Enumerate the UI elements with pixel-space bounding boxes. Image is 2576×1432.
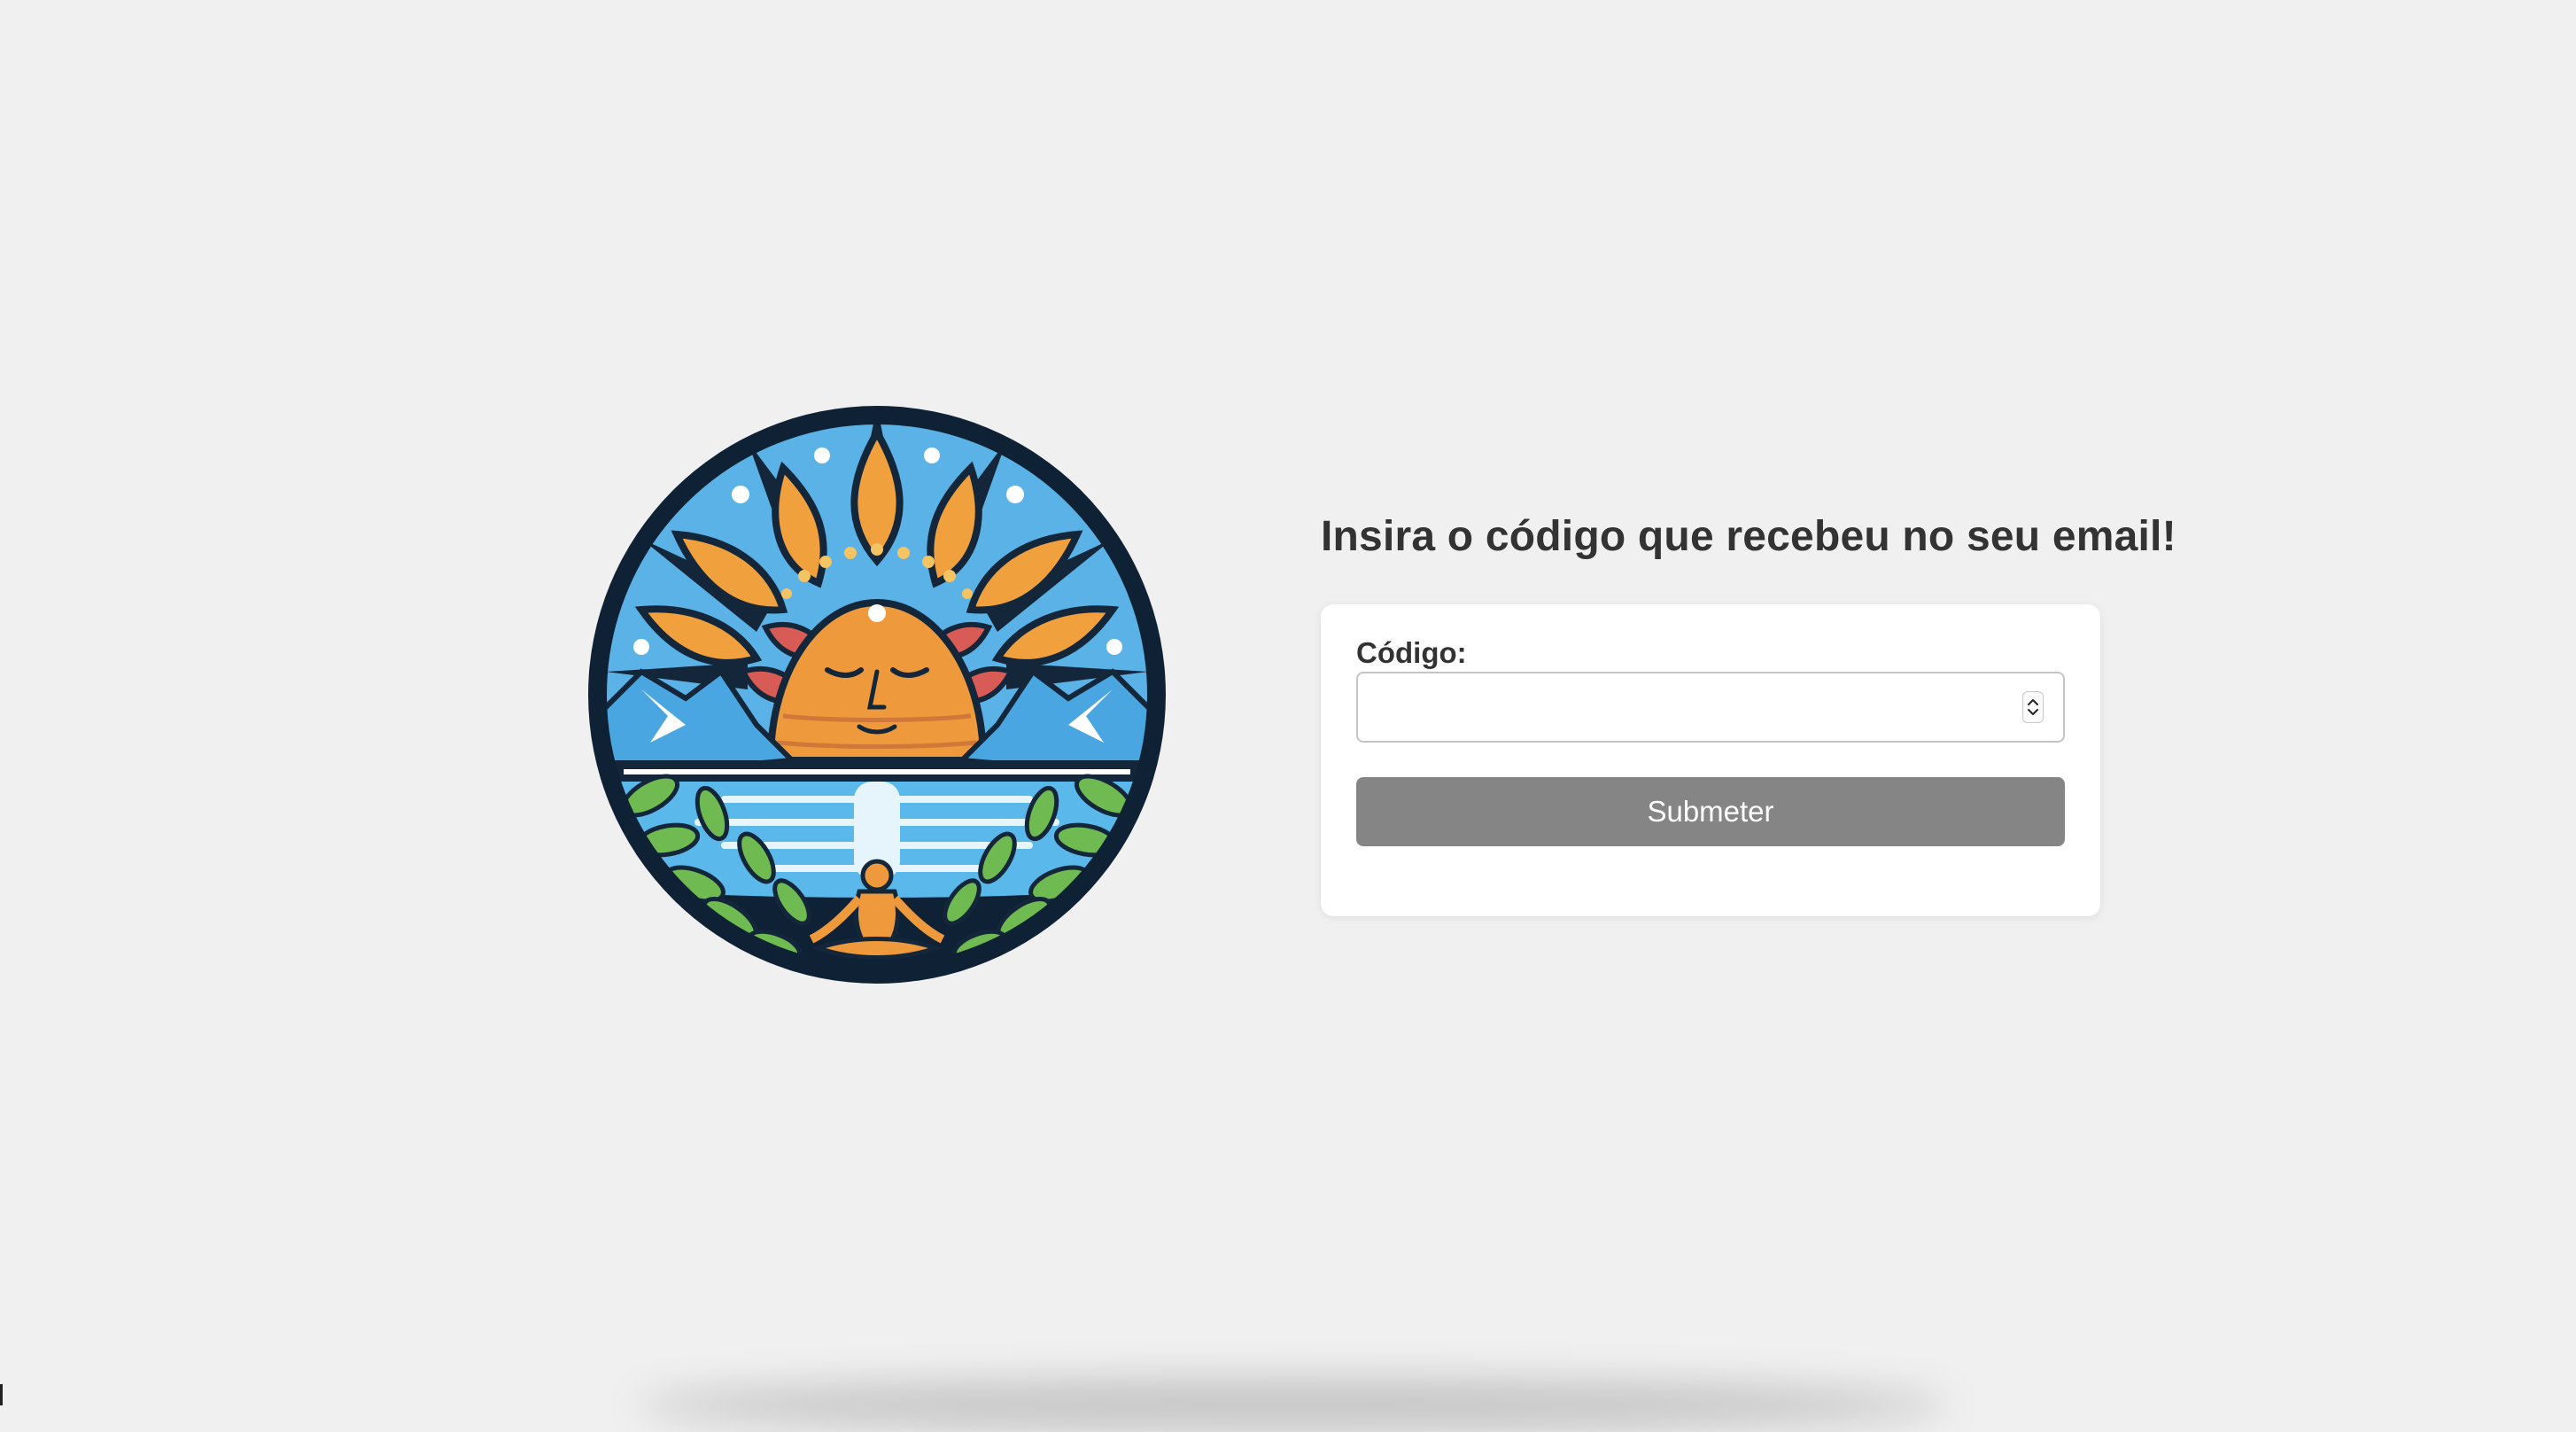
window-corner-edge (0, 1384, 3, 1405)
dock-shadow (638, 1379, 1949, 1432)
page-title: Insira o código que recebeu no seu email… (1321, 513, 2176, 560)
sun-meditation-logo (588, 406, 1166, 984)
code-form-card: Código: Submeter (1321, 604, 2100, 916)
number-spinner-icon[interactable] (2022, 691, 2044, 723)
verification-page: Insira o código que recebeu no seu email… (0, 0, 2576, 1432)
code-input[interactable] (1356, 672, 2065, 743)
submit-button[interactable]: Submeter (1356, 777, 2065, 846)
code-field-label: Código: (1356, 636, 1467, 669)
